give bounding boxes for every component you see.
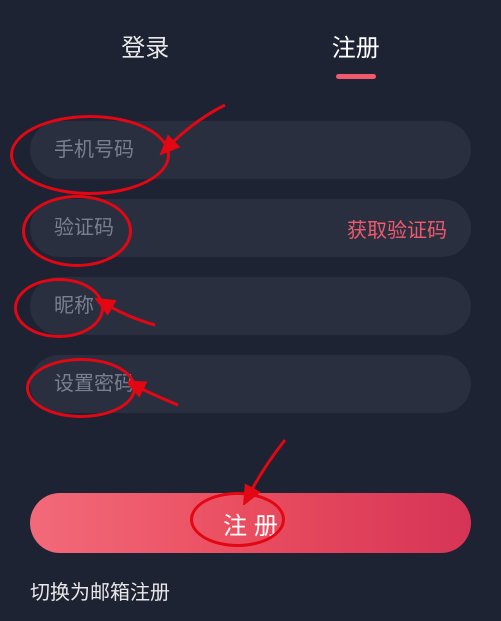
tab-login[interactable]: 登录: [101, 20, 189, 71]
phone-input-wrap: [30, 121, 471, 179]
get-code-button[interactable]: 获取验证码: [347, 214, 447, 243]
password-input-wrap: [30, 355, 471, 413]
nickname-input[interactable]: [54, 295, 447, 318]
code-input-wrap: 获取验证码: [30, 199, 471, 257]
register-form: 获取验证码: [0, 81, 501, 443]
phone-input[interactable]: [54, 139, 447, 162]
code-input[interactable]: [54, 217, 347, 240]
tab-register[interactable]: 注册: [312, 20, 400, 71]
switch-email-register-link[interactable]: 切换为邮箱注册: [0, 568, 501, 613]
nickname-input-wrap: [30, 277, 471, 335]
register-button[interactable]: 注 册: [30, 493, 471, 553]
password-input[interactable]: [54, 373, 447, 396]
